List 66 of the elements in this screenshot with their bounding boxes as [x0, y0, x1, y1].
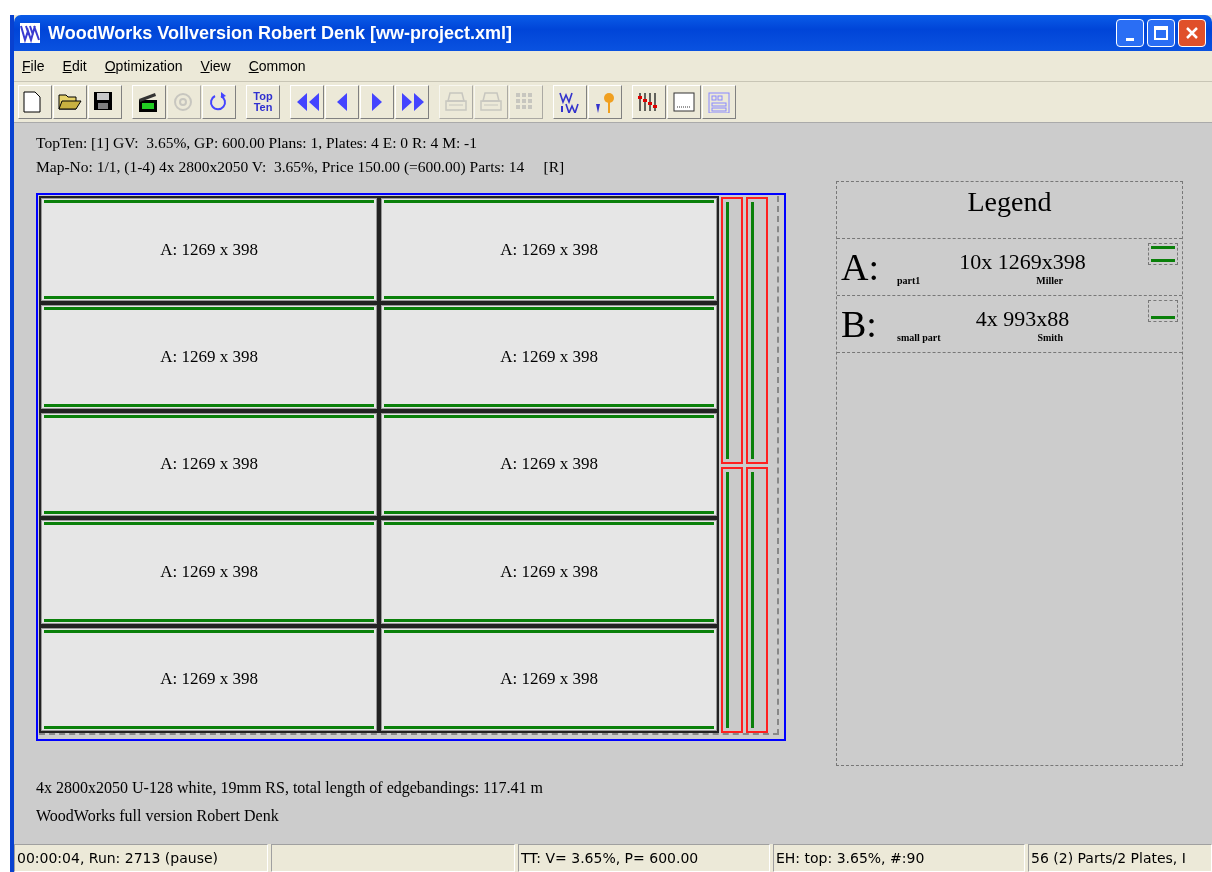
new-file-button[interactable]: [18, 85, 52, 119]
first-page-icon: [295, 91, 319, 113]
status-panel: 56 (2) Parts/2 Plates, I: [1028, 844, 1212, 872]
part-label: A: 1269 x 398: [500, 669, 598, 690]
part-label: A: 1269 x 398: [500, 347, 598, 368]
menu-item[interactable]: View: [200, 58, 231, 74]
menu-item[interactable]: Common: [248, 58, 306, 74]
key-button[interactable]: [588, 85, 622, 119]
maximize-button[interactable]: [1147, 19, 1175, 47]
part-label: A: 1269 x 398: [500, 561, 598, 582]
part-label: A: 1269 x 398: [500, 239, 598, 260]
menu-item[interactable]: File: [22, 58, 45, 74]
part-letter: A:: [841, 245, 880, 289]
save-disk-button[interactable]: [88, 85, 122, 119]
part-size: 4x 993x88: [975, 305, 1070, 332]
close-icon: [1185, 26, 1199, 40]
sliders-button[interactable]: [632, 85, 666, 119]
part-label: A: 1269 x 398: [160, 454, 258, 475]
part-label: A: 1269 x 398: [160, 239, 258, 260]
status-panel: TT: V= 3.65%, P= 600.00: [518, 844, 770, 872]
footer-text: 4x 2800x2050 U-128 white, 19mm RS, total length of edgebandings: 117.41 m: [36, 778, 544, 799]
part-label: A: 1269 x 398: [500, 454, 598, 475]
info-text: Map-No: 1/1, (1-4) 4x 2800x2050 V: 3.65%, Price 150.00 (=600.00) Parts: 14 [R]: [36, 157, 566, 177]
customer-name: Smith: [1037, 331, 1063, 343]
refresh-button[interactable]: [202, 85, 236, 119]
last-page-button[interactable]: [395, 85, 429, 119]
key-icon: [593, 91, 617, 113]
previous-button[interactable]: [325, 85, 359, 119]
open-folder-icon: [58, 91, 82, 113]
next-button[interactable]: [360, 85, 394, 119]
window-button[interactable]: [667, 85, 701, 119]
menu-item[interactable]: Edit: [62, 58, 87, 74]
app-icon: [20, 23, 40, 43]
minimize-button[interactable]: [1116, 19, 1144, 47]
layout-icon: [707, 91, 731, 113]
maximize-icon: [1154, 26, 1168, 40]
status-panel: EH: top: 3.65%, #:90: [773, 844, 1025, 872]
previous-icon: [335, 91, 349, 113]
first-page-button[interactable]: [290, 85, 324, 119]
part-name: small part: [897, 331, 941, 343]
part-letter: B:: [841, 302, 878, 346]
last-page-icon: [400, 91, 424, 113]
clapperboard-button[interactable]: [132, 85, 166, 119]
layout-button[interactable]: [702, 85, 736, 119]
window-title: WoodWorks Vollversion Robert Denk [ww-project.xml]: [48, 22, 514, 44]
next-icon: [370, 91, 384, 113]
legend-title: Legend: [837, 182, 1182, 239]
ww-logo-icon: [558, 91, 582, 113]
part-size: 10x 1269x398: [959, 248, 1086, 275]
part-label: A: 1269 x 398: [160, 669, 258, 690]
status-panel: 00:00:04, Run: 2713 (pause): [14, 844, 268, 872]
window-icon: [672, 91, 696, 113]
part-label: A: 1269 x 398: [160, 561, 258, 582]
minimize-icon: [1126, 37, 1134, 41]
customer-name: Miller: [1036, 274, 1063, 286]
footer-text: WoodWorks full version Robert Denk: [36, 806, 280, 826]
open-folder-button[interactable]: [53, 85, 87, 119]
printer-icon: [479, 91, 503, 113]
menu-item[interactable]: Optimization: [104, 58, 183, 74]
printer-icon: [444, 91, 468, 113]
topten-button[interactable]: Top Ten: [246, 85, 280, 119]
close-button[interactable]: [1178, 19, 1206, 47]
part-label: A: 1269 x 398: [160, 347, 258, 368]
ww-logo-button[interactable]: [553, 85, 587, 119]
info-text: TopTen: [1] GV: 3.65%, GP: 600.00 Plans: 1, Plates: 4 E: 0 R: 4 M: -1: [36, 133, 478, 153]
part-name: part1: [897, 274, 921, 286]
